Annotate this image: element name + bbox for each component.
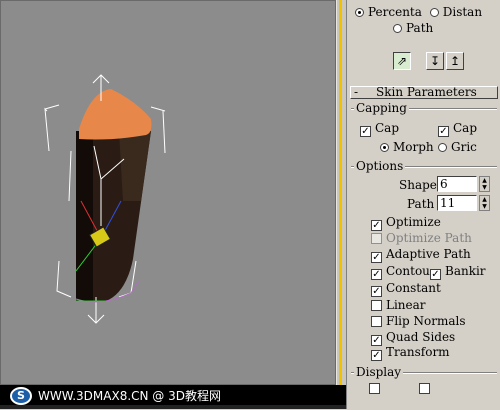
flip-normals-checkbox[interactable]: Flip Normals bbox=[371, 313, 466, 329]
transform-label: Transform bbox=[386, 345, 450, 359]
banking-label: Bankir bbox=[445, 264, 486, 278]
optimize-path-check bbox=[371, 233, 382, 244]
radio-distance[interactable]: Distan bbox=[429, 5, 483, 19]
linear-label: Linear bbox=[386, 298, 426, 312]
shape-steps-spinner[interactable]: ▲ ▼ bbox=[479, 176, 490, 192]
optimize-path-label: Optimize Path bbox=[386, 231, 472, 245]
banking-check[interactable]: ✓ bbox=[430, 269, 441, 280]
adaptive-path-checkbox[interactable]: ✓ Adaptive Path bbox=[371, 246, 471, 263]
scene-render bbox=[44, 74, 166, 324]
prev-shape-icon: ↧ bbox=[429, 54, 441, 68]
adaptive-path-label: Adaptive Path bbox=[386, 247, 471, 261]
capping-group-title: Capping bbox=[354, 101, 409, 115]
skin-parameters-rollout[interactable]: - Skin Parameters bbox=[350, 86, 498, 99]
loft-object-highlight bbox=[119, 131, 151, 201]
quad-sides-label: Quad Sides bbox=[386, 330, 456, 344]
radio-morph-label: Morph bbox=[393, 140, 434, 154]
optimize-shapes-checkbox[interactable]: ✓ Optimize bbox=[371, 214, 441, 231]
linear-check[interactable] bbox=[371, 300, 382, 311]
banking-checkbox[interactable]: ✓ Bankir bbox=[430, 263, 486, 280]
radio-morph-dot[interactable] bbox=[380, 143, 389, 152]
radio-grid-label: Griс bbox=[451, 140, 477, 154]
cap-end-check[interactable]: ✓ bbox=[438, 126, 449, 137]
timeline-ticks[interactable] bbox=[0, 405, 346, 409]
radio-percentage-label: Percenta bbox=[368, 5, 422, 19]
watermark-bar: S WWW.3DMAX8.CN @ 3D教程网 bbox=[0, 385, 346, 409]
optimize-shapes-label: Optimize bbox=[386, 215, 441, 229]
site-logo-icon: S bbox=[10, 387, 32, 405]
radio-grid-dot[interactable] bbox=[438, 143, 447, 152]
shape-steps-label: Shape bbox=[399, 178, 437, 192]
display-skin-check[interactable] bbox=[369, 383, 380, 394]
rollout-collapse-marker: - bbox=[354, 85, 359, 99]
cap-end-label: Cap bbox=[453, 121, 478, 135]
path-param-radios: Percenta Distan bbox=[355, 4, 482, 20]
transform-degrade-checkbox[interactable]: ✓ Transform bbox=[371, 344, 450, 361]
display-skin-checkbox[interactable] bbox=[369, 380, 384, 396]
loft-cap bbox=[79, 89, 152, 140]
cap-start-check[interactable]: ✓ bbox=[360, 126, 371, 137]
adaptive-path-check[interactable]: ✓ bbox=[371, 252, 382, 263]
loft-object-shading bbox=[76, 131, 93, 301]
display-skin-shaded-checkbox[interactable] bbox=[419, 380, 434, 396]
flip-normals-check[interactable] bbox=[371, 316, 382, 327]
cap-start-checkbox[interactable]: ✓ Cap bbox=[360, 120, 400, 137]
shape-steps-field[interactable]: 6 bbox=[437, 176, 477, 192]
command-panel: Percenta Distan Path ⇗ ↧ ↥ - Skin Parame… bbox=[346, 0, 500, 409]
display-skin-shaded-check[interactable] bbox=[419, 383, 430, 394]
radio-path-steps[interactable]: Path bbox=[393, 20, 433, 36]
linear-interpolation-checkbox[interactable]: Linear bbox=[371, 297, 426, 313]
active-viewport-border bbox=[339, 0, 342, 385]
constant-check[interactable]: ✓ bbox=[371, 286, 382, 297]
rollout-title: Skin Parameters bbox=[376, 85, 477, 99]
radio-percentage[interactable]: Percenta bbox=[355, 5, 422, 19]
quad-sides-checkbox[interactable]: ✓ Quad Sides bbox=[371, 329, 456, 346]
radio-distance-dot[interactable] bbox=[429, 8, 439, 17]
display-group-title: Display bbox=[354, 365, 404, 379]
path-steps-label: Path bbox=[407, 197, 435, 211]
next-shape-icon: ↥ bbox=[449, 54, 461, 68]
constant-cross-section-checkbox[interactable]: ✓ Constant bbox=[371, 280, 441, 297]
contour-label: Contou bbox=[386, 264, 430, 278]
radio-distance-label: Distan bbox=[442, 5, 483, 19]
cap-end-checkbox[interactable]: ✓ Cap bbox=[438, 120, 478, 137]
previous-shape-button[interactable]: ↧ bbox=[426, 52, 444, 70]
flip-normals-label: Flip Normals bbox=[386, 314, 466, 328]
next-shape-button[interactable]: ↥ bbox=[446, 52, 464, 70]
radio-percentage-dot[interactable] bbox=[355, 8, 364, 17]
pick-shape-button[interactable]: ⇗ bbox=[393, 52, 411, 70]
path-steps-field[interactable]: 11 bbox=[437, 195, 477, 211]
cursor-icon: ⇗ bbox=[396, 54, 408, 68]
optimize-path-checkbox: Optimize Path bbox=[371, 230, 472, 246]
cap-start-label: Cap bbox=[375, 121, 400, 135]
perspective-viewport[interactable] bbox=[0, 0, 336, 385]
path-steps-spinner[interactable]: ▲ ▼ bbox=[479, 195, 490, 211]
options-group-title: Options bbox=[354, 159, 406, 173]
watermark-text: WWW.3DMAX8.CN @ 3D教程网 bbox=[38, 389, 222, 403]
transform-check[interactable]: ✓ bbox=[371, 350, 382, 361]
constant-label: Constant bbox=[386, 281, 441, 295]
contour-check[interactable]: ✓ bbox=[371, 269, 382, 280]
radio-path-label: Path bbox=[406, 21, 434, 35]
radio-morph[interactable]: Morph bbox=[380, 139, 434, 155]
radio-path-dot[interactable] bbox=[393, 24, 402, 33]
contour-checkbox[interactable]: ✓ Contou bbox=[371, 263, 430, 280]
radio-grid[interactable]: Griс bbox=[438, 139, 477, 155]
